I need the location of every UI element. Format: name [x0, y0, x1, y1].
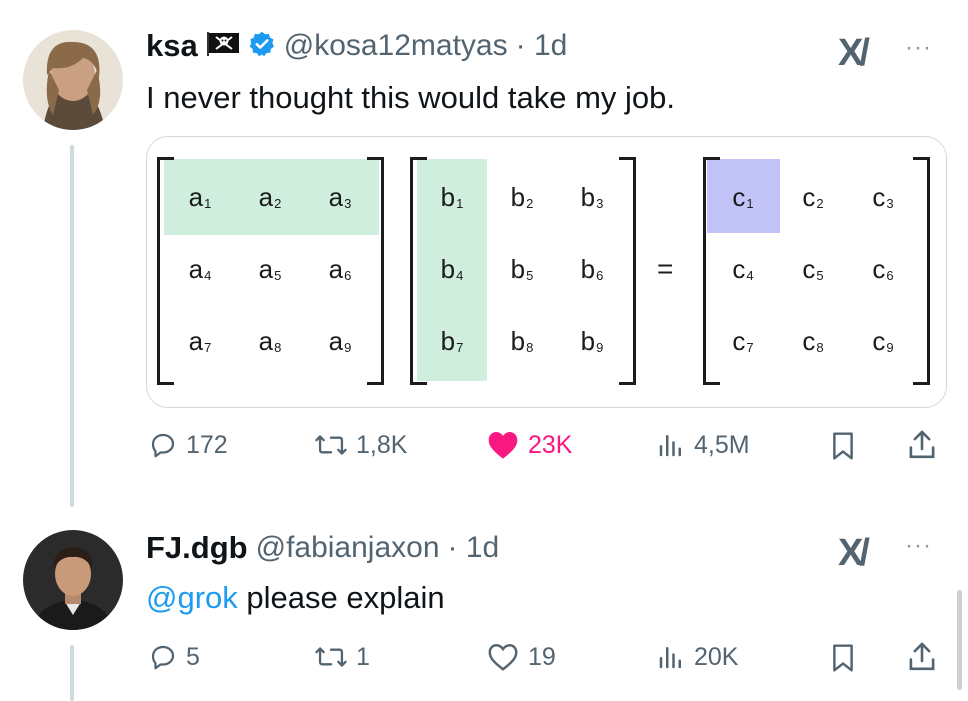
thread-line-bottom [70, 645, 74, 701]
matrix-c-cell: c9 [872, 325, 894, 356]
reply-icon [148, 430, 178, 460]
tweet-body: please explain [237, 580, 445, 615]
matrix-b-cell: b9 [580, 325, 604, 356]
thread-line [70, 145, 74, 507]
scrollbar[interactable] [957, 590, 962, 690]
author-name[interactable]: ksa [146, 28, 198, 64]
tweet-header: FJ.dgb @fabianjaxon · 1d [146, 528, 499, 568]
views-chart-icon [656, 642, 686, 672]
bookmark-button[interactable] [828, 430, 858, 462]
reply-button[interactable]: 172 [148, 430, 228, 460]
repost-count: 1,8K [356, 430, 408, 459]
matrix-c-cell: c3 [872, 181, 894, 212]
bookmark-button[interactable] [828, 642, 858, 674]
like-button[interactable]: 19 [486, 642, 556, 672]
grok-xai-icon[interactable]: X/ [838, 532, 870, 575]
reply-count: 5 [186, 642, 200, 671]
reply-button[interactable]: 5 [148, 642, 200, 672]
matrix-c-cell: c1 [732, 181, 754, 212]
matrix-b-cell: b6 [580, 253, 604, 284]
repost-button[interactable]: 1 [314, 642, 370, 672]
tweet-text: @grok please explain [146, 580, 445, 616]
like-button[interactable]: 23K [486, 430, 572, 460]
views-button[interactable]: 20K [656, 642, 738, 672]
matrix-b-cell: b1 [440, 181, 464, 212]
matrix-b-cell: b2 [510, 181, 534, 212]
share-icon [906, 640, 938, 674]
matrix-b-cell: b8 [510, 325, 534, 356]
matrix-a-cell: a8 [258, 325, 282, 356]
view-count: 4,5M [694, 430, 750, 459]
matrix-b-cell: b3 [580, 181, 604, 212]
matrix-a-cell: a6 [328, 253, 352, 284]
share-button[interactable] [906, 640, 938, 674]
matrix-c-cell: c4 [732, 253, 754, 284]
like-count: 19 [528, 642, 556, 671]
more-options-icon[interactable]: ··· [905, 34, 932, 62]
matrix-a-cell: a5 [258, 253, 282, 284]
more-options-icon[interactable]: ··· [905, 532, 932, 560]
repost-icon [314, 430, 348, 460]
view-count: 20K [694, 642, 739, 671]
matrix-b-cell: b4 [440, 253, 464, 284]
matrix-c-cell: c6 [872, 253, 894, 284]
matrix-a-cell: a2 [258, 181, 282, 212]
matrix-c-cell: c8 [802, 325, 824, 356]
matrix-b-cell: b7 [440, 325, 464, 356]
share-icon [906, 428, 938, 462]
heart-filled-icon [486, 430, 520, 460]
repost-button[interactable]: 1,8K [314, 430, 407, 460]
matrix-c-cell: c5 [802, 253, 824, 284]
matrix-a-cell: a3 [328, 181, 352, 212]
bookmark-icon [828, 430, 858, 462]
views-chart-icon [656, 430, 686, 460]
share-button[interactable] [906, 428, 938, 462]
avatar[interactable] [23, 530, 123, 630]
bookmark-icon [828, 642, 858, 674]
matrix-c-cell: c7 [732, 325, 754, 356]
matrix-a-cell: a1 [188, 181, 212, 212]
repost-count: 1 [356, 642, 370, 671]
verified-badge-icon[interactable] [248, 30, 276, 63]
tweet-text: I never thought this would take my job. [146, 80, 676, 115]
matrix-a-cell: a7 [188, 325, 212, 356]
tweet-header: ksa @kosa12matyas · 1d [146, 26, 567, 66]
like-count: 23K [528, 430, 573, 459]
reply-count: 172 [186, 430, 228, 459]
repost-icon [314, 642, 348, 672]
media-image[interactable]: = a1 a2 a3 a4 a5 a6 a7 a8 a9 b1 b2 b3 b4… [146, 136, 947, 408]
matrix-b-cell: b5 [510, 253, 534, 284]
matrix-a-cell: a9 [328, 325, 352, 356]
pirate-flag-icon [206, 31, 240, 62]
author-handle[interactable]: @fabianjaxon [256, 531, 440, 565]
post-time[interactable]: · 1d [448, 531, 500, 565]
grok-xai-icon[interactable]: X/ [838, 32, 870, 75]
mention-link[interactable]: @grok [146, 580, 238, 615]
matrix-a-cell: a4 [188, 253, 212, 284]
heart-icon [486, 642, 520, 672]
equals-sign: = [657, 253, 674, 284]
author-handle[interactable]: @kosa12matyas [284, 29, 508, 63]
reply-icon [148, 642, 178, 672]
matrix-c-cell: c2 [802, 181, 824, 212]
avatar[interactable] [23, 30, 123, 130]
views-button[interactable]: 4,5M [656, 430, 750, 460]
author-name[interactable]: FJ.dgb [146, 530, 248, 566]
post-time[interactable]: · 1d [516, 29, 568, 63]
